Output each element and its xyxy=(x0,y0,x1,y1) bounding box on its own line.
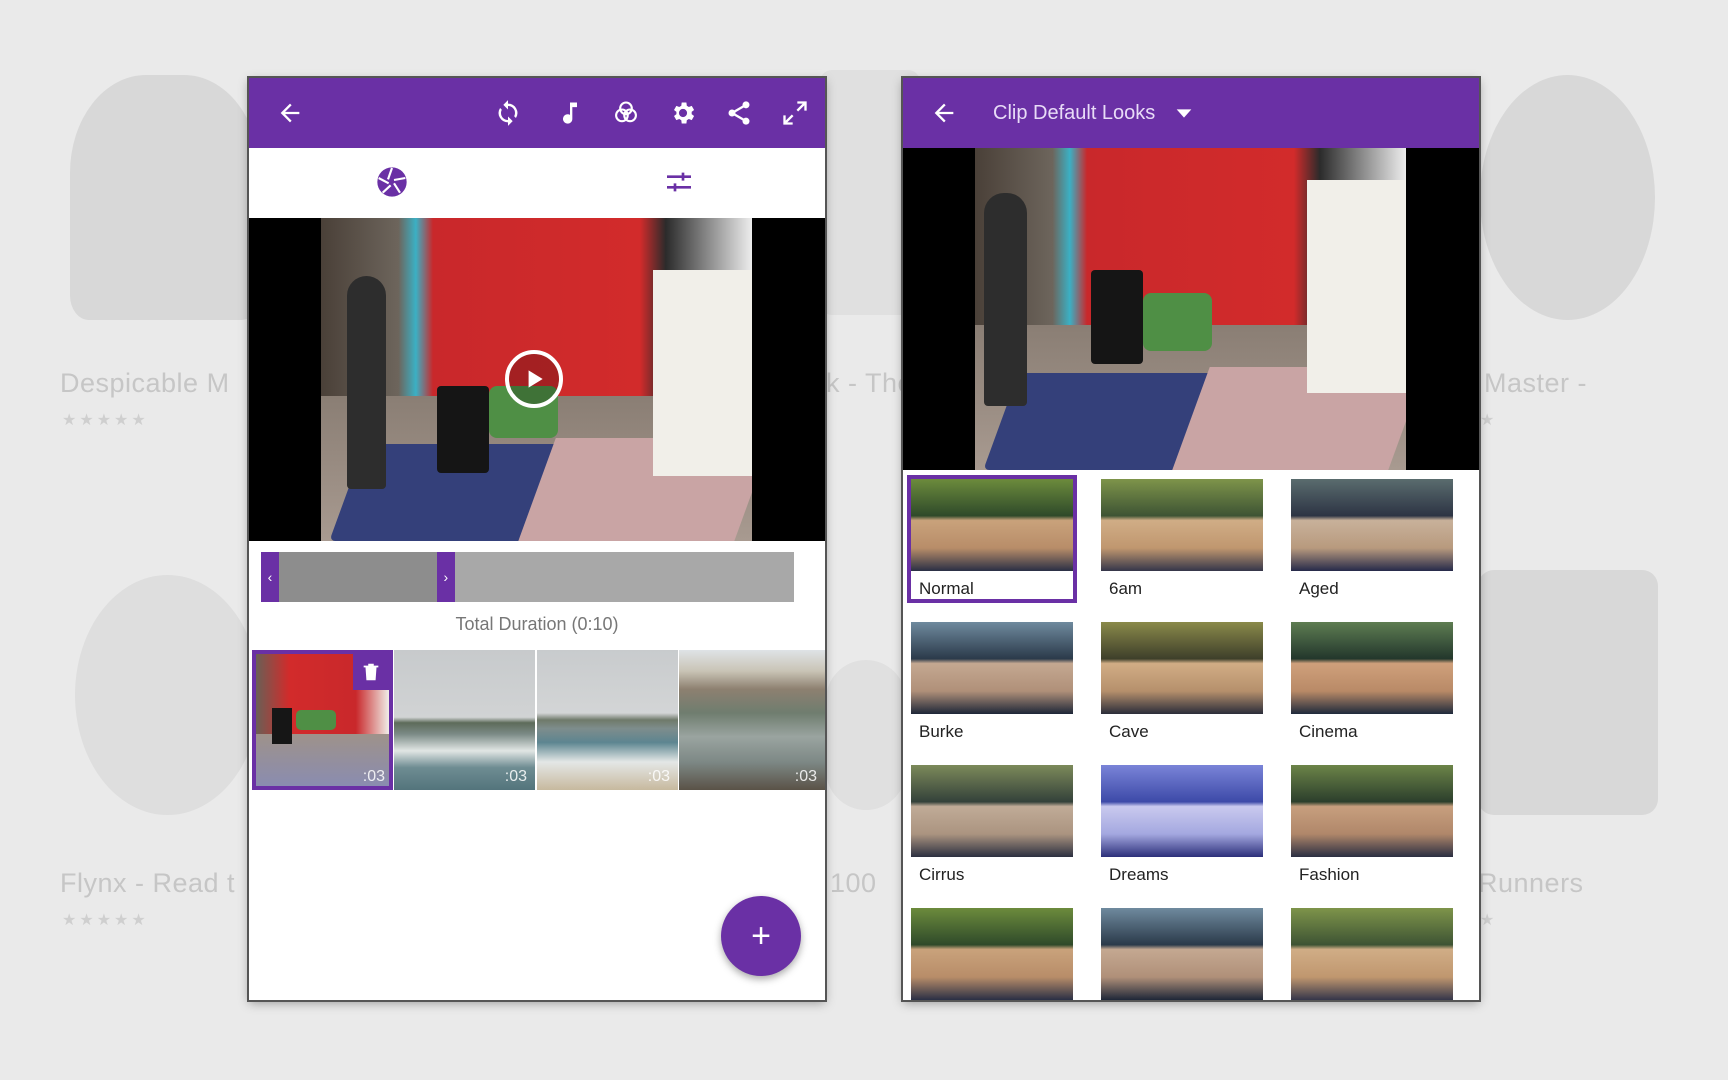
plus-icon: + xyxy=(751,916,771,955)
look-tile[interactable] xyxy=(907,904,1077,1000)
bg-app-stars: ★★★★★ xyxy=(62,412,149,429)
flynx-logo-icon xyxy=(75,575,260,815)
clip-duration: :03 xyxy=(794,768,817,785)
room-scene xyxy=(975,148,1406,470)
look-preview xyxy=(903,148,1479,470)
bg-app-name: Flynx - Read t xyxy=(60,868,236,898)
look-tile-fashion[interactable]: Fashion xyxy=(1287,761,1457,889)
editor-screen: ‹ › Total Duration (0:10) :03 :03 :03 :0… xyxy=(249,78,825,1000)
back-arrow-icon[interactable] xyxy=(927,96,961,130)
look-tile-cirrus[interactable]: Cirrus xyxy=(907,761,1077,889)
bg-app-name: 100 xyxy=(830,868,877,898)
video-preview[interactable] xyxy=(249,218,825,541)
bg-app-name: Runners xyxy=(1478,868,1584,898)
look-label: Cinema xyxy=(1299,722,1358,741)
bg-app-name: Master - xyxy=(1484,368,1588,398)
play-icon xyxy=(528,370,543,388)
look-label: Burke xyxy=(919,722,964,741)
look-thumbnail xyxy=(911,479,1073,571)
look-thumbnail xyxy=(1101,479,1263,571)
share-icon[interactable] xyxy=(722,96,756,130)
look-label: 6am xyxy=(1109,579,1143,598)
bg-app-stars: ★ xyxy=(1480,912,1498,929)
trim-range xyxy=(261,552,437,602)
looks-title-dropdown[interactable]: Clip Default Looks xyxy=(993,96,1195,130)
editor-app-bar xyxy=(249,78,825,148)
look-thumbnail xyxy=(1101,622,1263,714)
minion-logo-icon xyxy=(70,75,260,320)
looks-screen: Clip Default Looks Normal 6am Aged Burke… xyxy=(903,78,1479,1000)
look-label: Cave xyxy=(1109,722,1149,741)
clip-thumbnail[interactable]: :03 xyxy=(537,650,678,790)
look-tile-normal[interactable]: Normal xyxy=(907,475,1077,603)
looks-app-bar: Clip Default Looks xyxy=(903,78,1479,148)
trim-handle-left[interactable]: ‹ xyxy=(261,552,279,602)
look-tile-6am[interactable]: 6am xyxy=(1097,475,1267,603)
look-tile-aged[interactable]: Aged xyxy=(1287,475,1457,603)
look-label: Normal xyxy=(919,579,974,598)
back-arrow-icon[interactable] xyxy=(273,96,307,130)
look-thumbnail xyxy=(1291,765,1453,857)
aperture-icon[interactable] xyxy=(374,164,410,200)
bg-app-name: Despicable M xyxy=(60,368,230,398)
look-tile-burke[interactable]: Burke xyxy=(907,618,1077,746)
clip-strip: :03 :03 :03 :03 xyxy=(252,650,825,790)
page-title: Clip Default Looks xyxy=(993,101,1156,124)
add-clip-button[interactable]: + xyxy=(721,896,801,976)
look-thumbnail xyxy=(1291,479,1453,571)
look-thumbnail xyxy=(1291,622,1453,714)
timeline-track[interactable]: ‹ › xyxy=(261,552,794,602)
look-label: Cirrus xyxy=(919,865,965,884)
total-duration-label: Total Duration (0:10) xyxy=(455,614,619,634)
clip-thumbnail[interactable]: :03 xyxy=(394,650,535,790)
look-tile[interactable] xyxy=(1287,904,1457,1000)
look-thumbnail xyxy=(1101,908,1263,1000)
music-note-icon[interactable] xyxy=(553,96,587,130)
refresh-icon[interactable] xyxy=(491,96,525,130)
look-label: Dreams xyxy=(1109,865,1169,884)
look-tile-dreams[interactable]: Dreams xyxy=(1097,761,1267,889)
clip-thumbnail[interactable]: :03 xyxy=(252,650,393,790)
clip-duration: :03 xyxy=(362,768,385,785)
look-label: Fashion xyxy=(1299,865,1360,884)
clip-duration: :03 xyxy=(504,768,527,785)
bg-app-name: k - The xyxy=(826,368,914,398)
looks-grid: Normal 6am Aged Burke Cave Cinema Cirrus xyxy=(907,475,1479,1000)
look-tile-cave[interactable]: Cave xyxy=(1097,618,1267,746)
play-button[interactable] xyxy=(505,350,563,408)
look-thumbnail xyxy=(1291,908,1453,1000)
look-tile-cinema[interactable]: Cinema xyxy=(1287,618,1457,746)
clock-gear-icon xyxy=(1480,75,1655,320)
look-thumbnail xyxy=(911,622,1073,714)
sliders-icon[interactable] xyxy=(661,164,697,200)
bg-app-stars: ★ xyxy=(1480,412,1498,429)
grapes-icon xyxy=(826,660,906,810)
look-label: Aged xyxy=(1299,579,1339,598)
clip-thumbnail[interactable]: :03 xyxy=(679,650,825,790)
runner-logo-icon xyxy=(1478,570,1658,815)
look-thumbnail xyxy=(1101,765,1263,857)
editor-tab-bar xyxy=(249,148,825,216)
look-thumbnail xyxy=(911,908,1073,1000)
trash-icon[interactable] xyxy=(353,654,389,690)
trim-handle-right[interactable]: › xyxy=(436,552,455,602)
look-thumbnail xyxy=(911,765,1073,857)
dropdown-arrow-icon xyxy=(1176,109,1192,118)
clip-duration: :03 xyxy=(647,768,670,785)
gear-icon[interactable] xyxy=(666,96,700,130)
color-circles-icon[interactable] xyxy=(609,96,643,130)
bg-app-stars: ★★★★★ xyxy=(62,912,149,929)
look-tile[interactable] xyxy=(1097,904,1267,1000)
expand-icon[interactable] xyxy=(778,96,812,130)
